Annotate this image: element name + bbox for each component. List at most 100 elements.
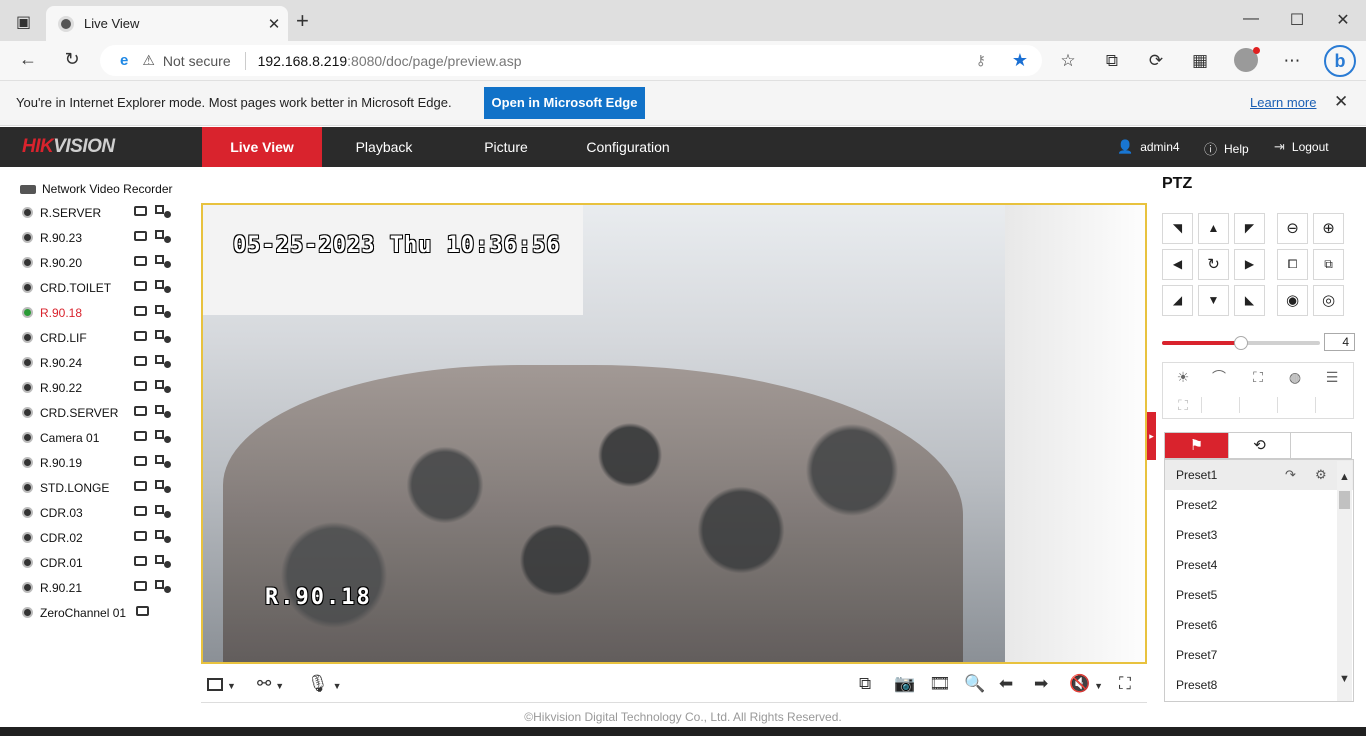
preset-item[interactable]: Preset1 ↷ ⚙ (1165, 460, 1353, 490)
record-icon[interactable] (134, 381, 147, 391)
record-icon[interactable] (134, 356, 147, 366)
digital-zoom-button[interactable]: 🔍 (964, 674, 985, 694)
key-icon[interactable]: ⚷ (976, 52, 986, 69)
stream-settings-icon[interactable] (155, 205, 171, 218)
stream-settings-icon[interactable] (155, 230, 171, 243)
capture-button[interactable]: 📷 (894, 674, 915, 694)
learn-more-link[interactable]: Learn more (1250, 95, 1316, 110)
preset-item[interactable]: Preset5 (1165, 580, 1353, 610)
previous-page-button[interactable]: ⬅ (999, 674, 1013, 694)
preset-settings-icon[interactable]: ⚙ (1315, 460, 1327, 490)
stream-settings-icon[interactable] (155, 280, 171, 293)
minimize-button[interactable]: — (1228, 10, 1274, 28)
open-in-edge-button[interactable]: Open in Microsoft Edge (484, 87, 645, 119)
stream-settings-icon[interactable] (155, 355, 171, 368)
record-icon[interactable] (134, 581, 147, 591)
logout-link[interactable]: ⇥ Logout (1274, 139, 1329, 155)
focus-near-button[interactable]: ⧠ (1277, 249, 1308, 280)
preset-scrollbar[interactable]: ▲ ▼ (1337, 461, 1352, 701)
record-icon[interactable] (134, 281, 147, 291)
stream-settings-icon[interactable] (155, 430, 171, 443)
help-link[interactable]: ⓘ Help (1204, 139, 1249, 158)
camera-item[interactable]: R.90.20 (10, 250, 192, 275)
stream-settings-icon[interactable] (155, 505, 171, 518)
stop-all-button[interactable]: ⧉ (859, 674, 871, 694)
record-icon[interactable] (134, 206, 147, 216)
preset-item[interactable]: Preset4 (1165, 550, 1353, 580)
ptz-down-button[interactable]: ▼ (1198, 285, 1229, 316)
stream-settings-icon[interactable] (155, 580, 171, 593)
record-icon[interactable] (134, 506, 147, 516)
record-icon[interactable] (134, 231, 147, 241)
record-icon[interactable] (134, 431, 147, 441)
tab-preset[interactable]: ⚑ (1165, 433, 1228, 458)
camera-item[interactable]: R.90.21 (10, 575, 192, 600)
record-button[interactable]: 🎞 (929, 674, 951, 694)
camera-item[interactable]: R.90.24 (10, 350, 192, 375)
ie-reload-icon[interactable]: ⟳ (1144, 51, 1168, 71)
tab-configuration[interactable]: Configuration (568, 127, 688, 167)
stream-settings-icon[interactable] (155, 380, 171, 393)
camera-item[interactable]: CRD.TOILET (10, 275, 192, 300)
ptz-auto-rotate-button[interactable]: ↻ (1198, 249, 1229, 280)
tab-live-view[interactable]: Live View (202, 127, 322, 167)
tab-patrol[interactable]: ⟲ (1228, 433, 1291, 458)
stream-settings-icon[interactable] (155, 480, 171, 493)
record-icon[interactable] (134, 256, 147, 266)
camera-item[interactable]: ZeroChannel 01 (10, 600, 192, 625)
menu-icon[interactable]: ☰ (1313, 364, 1351, 390)
iris-close-button[interactable]: ◎ (1313, 285, 1344, 316)
close-icon[interactable]: ✕ (1334, 92, 1348, 112)
bing-icon[interactable]: b (1324, 45, 1356, 77)
wiper-icon[interactable]: ⌒ (1200, 364, 1238, 390)
stream-settings-icon[interactable] (155, 530, 171, 543)
maximize-button[interactable]: ☐ (1274, 10, 1320, 30)
close-window-button[interactable]: ✕ (1320, 10, 1366, 30)
record-icon[interactable] (134, 331, 147, 341)
zoom-out-button[interactable]: ⊖ (1277, 213, 1308, 244)
stream-settings-icon[interactable] (155, 405, 171, 418)
browser-tab[interactable]: Live View ✕ (46, 6, 288, 41)
camera-item[interactable]: R.90.23 (10, 225, 192, 250)
one-touch-focus-icon[interactable]: ⛶ (1239, 364, 1277, 390)
new-tab-button[interactable]: + (296, 8, 309, 34)
record-icon[interactable] (134, 406, 147, 416)
camera-item[interactable]: CDR.02 (10, 525, 192, 550)
scroll-down-icon[interactable]: ▼ (1337, 673, 1352, 685)
fullscreen-button[interactable]: ⛶ (1119, 674, 1131, 694)
camera-item[interactable]: CRD.LIF (10, 325, 192, 350)
ptz-up-right-button[interactable]: ◤ (1234, 213, 1265, 244)
record-icon[interactable] (134, 481, 147, 491)
scroll-up-icon[interactable]: ▲ (1337, 471, 1352, 483)
camera-item[interactable]: R.90.19 (10, 450, 192, 475)
ptz-right-button[interactable]: ▶ (1234, 249, 1265, 280)
ptz-down-right-button[interactable]: ◣ (1234, 285, 1265, 316)
wallet-icon[interactable]: ▦ (1188, 51, 1212, 71)
regional-focus-icon[interactable]: ⛶ (1164, 392, 1202, 418)
camera-item[interactable]: STD.LONGE (10, 475, 192, 500)
light-icon[interactable]: ☀ (1164, 364, 1202, 390)
audio-mute-button[interactable]: 🔇 ▼ (1069, 674, 1103, 694)
audio-talk-button[interactable]: 🎙 ▼ (307, 674, 342, 694)
lens-init-icon[interactable]: ◍ (1276, 364, 1314, 390)
speed-slider[interactable] (1162, 336, 1320, 350)
stream-settings-icon[interactable] (155, 255, 171, 268)
live-video-view[interactable]: 05-25-2023 Thu 10:36:56 R.90.18 (201, 203, 1147, 664)
camera-item[interactable]: R.SERVER (10, 200, 192, 225)
stream-settings-icon[interactable] (155, 555, 171, 568)
ptz-left-button[interactable]: ◀ (1162, 249, 1193, 280)
tab-close-button[interactable]: ✕ (260, 15, 288, 33)
camera-item[interactable]: CDR.03 (10, 500, 192, 525)
preset-item[interactable]: Preset8 (1165, 670, 1353, 700)
zoom-in-button[interactable]: ⊕ (1313, 213, 1344, 244)
back-button[interactable]: ← (16, 49, 40, 70)
tree-root[interactable]: Network Video Recorder (20, 178, 192, 200)
preset-item[interactable]: Preset3 (1165, 520, 1353, 550)
focus-far-button[interactable]: ⧉ (1313, 249, 1344, 280)
more-menu-icon[interactable]: ⋯ (1280, 51, 1304, 71)
scroll-thumb[interactable] (1339, 491, 1350, 509)
ptz-up-left-button[interactable]: ◥ (1162, 213, 1193, 244)
collapse-ptz-panel-button[interactable]: ▸ (1147, 412, 1156, 460)
preset-item[interactable]: Preset2 (1165, 490, 1353, 520)
iris-open-button[interactable]: ◉ (1277, 285, 1308, 316)
